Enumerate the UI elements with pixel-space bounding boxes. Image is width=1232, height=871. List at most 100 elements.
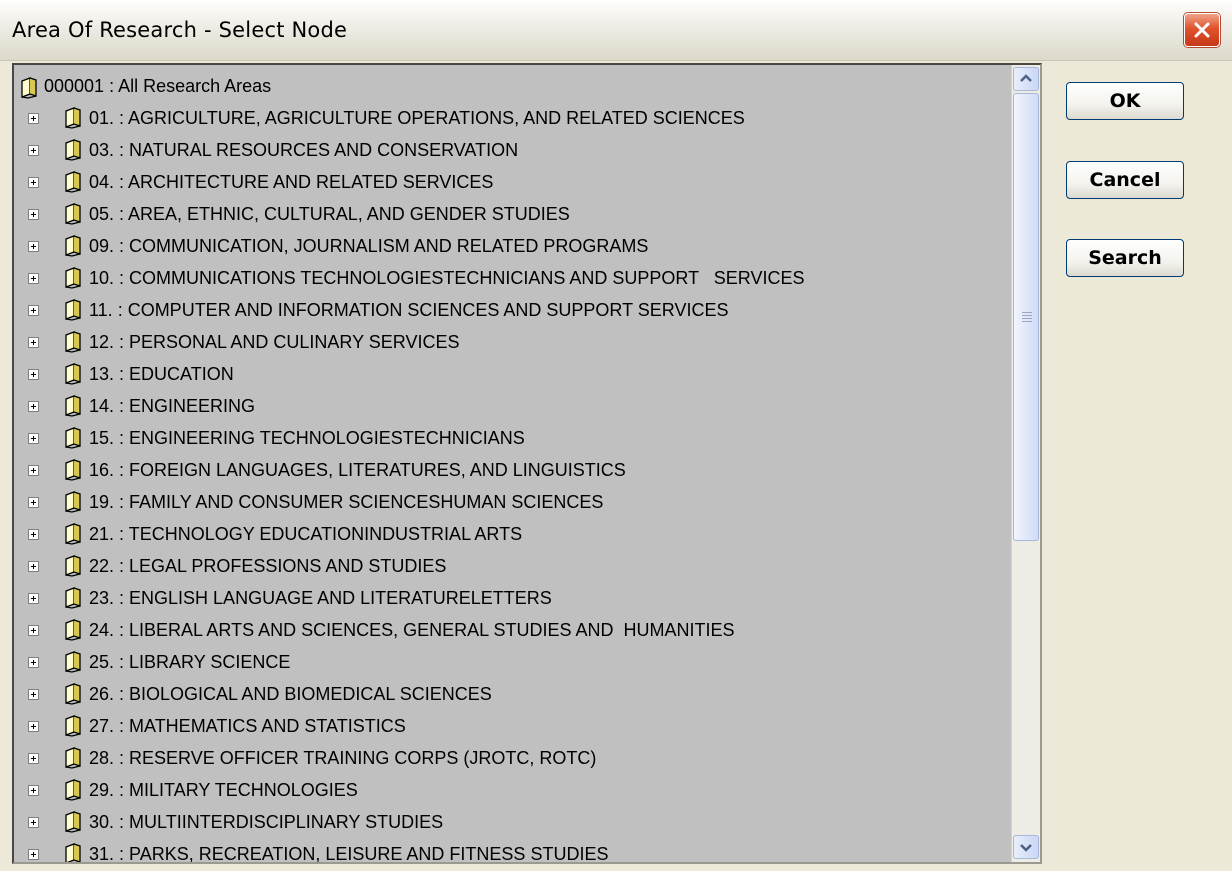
tree-node[interactable]: 03. : NATURAL RESOURCES AND CONSERVATION <box>14 135 1004 165</box>
expand-plus-icon[interactable] <box>28 625 39 636</box>
tree-node-label: 29. : MILITARY TECHNOLOGIES <box>89 780 358 800</box>
arrow-up-icon <box>1020 74 1032 82</box>
expand-plus-icon[interactable] <box>28 305 39 316</box>
book-icon <box>65 683 81 705</box>
tree-node-label: 10. : COMMUNICATIONS TECHNOLOGIESTECHNIC… <box>89 268 805 288</box>
tree-node[interactable]: 26. : BIOLOGICAL AND BIOMEDICAL SCIENCES <box>14 679 1004 709</box>
title-bar[interactable]: Area Of Research - Select Node <box>0 0 1232 61</box>
tree-node-label: 03. : NATURAL RESOURCES AND CONSERVATION <box>89 140 519 160</box>
expand-plus-icon[interactable] <box>28 113 39 124</box>
vertical-scrollbar[interactable] <box>1011 65 1040 862</box>
expand-plus-icon[interactable] <box>28 241 39 252</box>
book-icon <box>65 235 81 257</box>
expand-plus-icon[interactable] <box>28 529 39 540</box>
book-icon <box>65 331 81 353</box>
tree-node-label: 21. : TECHNOLOGY EDUCATIONINDUSTRIAL ART… <box>89 524 523 544</box>
tree-node[interactable]: 10. : COMMUNICATIONS TECHNOLOGIESTECHNIC… <box>14 263 1004 293</box>
expand-plus-icon[interactable] <box>28 433 39 444</box>
close-icon <box>1194 22 1210 38</box>
tree-node[interactable]: 31. : PARKS, RECREATION, LEISURE AND FIT… <box>14 839 1004 864</box>
tree-node-label: 25. : LIBRARY SCIENCE <box>89 652 291 672</box>
tree-node-label: 14. : ENGINEERING <box>89 396 256 416</box>
tree-node-label: 11. : COMPUTER AND INFORMATION SCIENCES … <box>89 300 729 320</box>
tree-node[interactable]: 16. : FOREIGN LANGUAGES, LITERATURES, AN… <box>14 455 1004 485</box>
tree-node-label: 04. : ARCHITECTURE AND RELATED SERVICES <box>89 172 494 192</box>
book-icon <box>65 459 81 481</box>
close-button[interactable] <box>1184 13 1220 47</box>
expand-plus-icon[interactable] <box>28 849 39 860</box>
expand-plus-icon[interactable] <box>28 593 39 604</box>
book-icon <box>65 619 81 641</box>
tree-node[interactable]: 12. : PERSONAL AND CULINARY SERVICES <box>14 327 1004 357</box>
cancel-button[interactable]: Cancel <box>1066 161 1184 199</box>
tree-node[interactable]: 28. : RESERVE OFFICER TRAINING CORPS (JR… <box>14 743 1004 773</box>
expand-plus-icon[interactable] <box>28 465 39 476</box>
tree-node-label: 01. : AGRICULTURE, AGRICULTURE OPERATION… <box>89 108 745 128</box>
tree-node-label: 15. : ENGINEERING TECHNOLOGIESTECHNICIAN… <box>89 428 525 448</box>
book-icon <box>65 811 81 833</box>
expand-plus-icon[interactable] <box>28 561 39 572</box>
tree-node[interactable]: 29. : MILITARY TECHNOLOGIES <box>14 775 1004 805</box>
expand-plus-icon[interactable] <box>28 401 39 412</box>
tree-node[interactable]: 24. : LIBERAL ARTS AND SCIENCES, GENERAL… <box>14 615 1004 645</box>
research-area-tree[interactable]: 000001 : All Research Areas 01. : AGRICU… <box>12 63 1042 864</box>
book-icon <box>65 747 81 769</box>
tree-node[interactable]: 23. : ENGLISH LANGUAGE AND LITERATURELET… <box>14 583 1004 613</box>
book-icon <box>65 843 81 862</box>
tree-node-label: 24. : LIBERAL ARTS AND SCIENCES, GENERAL… <box>89 620 735 640</box>
expand-plus-icon[interactable] <box>28 721 39 732</box>
tree-node[interactable]: 04. : ARCHITECTURE AND RELATED SERVICES <box>14 167 1004 197</box>
tree-node[interactable]: 22. : LEGAL PROFESSIONS AND STUDIES <box>14 551 1004 581</box>
book-icon <box>65 555 81 577</box>
expand-plus-icon[interactable] <box>28 817 39 828</box>
tree-node[interactable]: 15. : ENGINEERING TECHNOLOGIESTECHNICIAN… <box>14 423 1004 453</box>
tree-node[interactable]: 19. : FAMILY AND CONSUMER SCIENCESHUMAN … <box>14 487 1004 517</box>
tree-node-label: 22. : LEGAL PROFESSIONS AND STUDIES <box>89 556 447 576</box>
expand-plus-icon[interactable] <box>28 753 39 764</box>
tree-node[interactable]: 14. : ENGINEERING <box>14 391 1004 421</box>
expand-plus-icon[interactable] <box>28 369 39 380</box>
book-icon <box>65 299 81 321</box>
tree-node[interactable]: 01. : AGRICULTURE, AGRICULTURE OPERATION… <box>14 103 1004 133</box>
ok-button[interactable]: OK <box>1066 82 1184 120</box>
tree-node[interactable]: 11. : COMPUTER AND INFORMATION SCIENCES … <box>14 295 1004 325</box>
scroll-up-button[interactable] <box>1013 67 1039 91</box>
expand-plus-icon[interactable] <box>28 689 39 700</box>
expand-plus-icon[interactable] <box>28 657 39 668</box>
book-icon <box>65 203 81 225</box>
tree-node-label: 30. : MULTIINTERDISCIPLINARY STUDIES <box>89 812 444 832</box>
expand-plus-icon[interactable] <box>28 497 39 508</box>
tree-root-label: 000001 : All Research Areas <box>44 76 272 96</box>
tree-node-label: 28. : RESERVE OFFICER TRAINING CORPS (JR… <box>89 748 597 768</box>
tree-node-label: 31. : PARKS, RECREATION, LEISURE AND FIT… <box>89 844 609 864</box>
tree-node-label: 26. : BIOLOGICAL AND BIOMEDICAL SCIENCES <box>89 684 492 704</box>
expand-plus-icon[interactable] <box>28 145 39 156</box>
tree-node[interactable]: 27. : MATHEMATICS AND STATISTICS <box>14 711 1004 741</box>
tree-root-node[interactable]: 000001 : All Research Areas <box>14 71 1004 101</box>
expand-plus-icon[interactable] <box>28 209 39 220</box>
tree-node[interactable]: 09. : COMMUNICATION, JOURNALISM AND RELA… <box>14 231 1004 261</box>
expand-plus-icon[interactable] <box>28 785 39 796</box>
tree-node-label: 12. : PERSONAL AND CULINARY SERVICES <box>89 332 460 352</box>
tree-node[interactable]: 25. : LIBRARY SCIENCE <box>14 647 1004 677</box>
expand-plus-icon[interactable] <box>28 273 39 284</box>
scroll-thumb[interactable] <box>1013 93 1039 541</box>
tree-node[interactable]: 21. : TECHNOLOGY EDUCATIONINDUSTRIAL ART… <box>14 519 1004 549</box>
tree-node[interactable]: 13. : EDUCATION <box>14 359 1004 389</box>
scroll-down-button[interactable] <box>1013 835 1039 859</box>
tree-node-label: 05. : AREA, ETHNIC, CULTURAL, AND GENDER… <box>89 204 570 224</box>
book-icon <box>65 523 81 545</box>
tree-node-label: 19. : FAMILY AND CONSUMER SCIENCESHUMAN … <box>89 492 604 512</box>
search-button[interactable]: Search <box>1066 239 1184 277</box>
tree-node[interactable]: 05. : AREA, ETHNIC, CULTURAL, AND GENDER… <box>14 199 1004 229</box>
book-icon <box>65 715 81 737</box>
book-icon <box>65 779 81 801</box>
book-icon <box>65 587 81 609</box>
book-icon <box>65 267 81 289</box>
tree-node-label: 13. : EDUCATION <box>89 364 234 384</box>
tree-node[interactable]: 30. : MULTIINTERDISCIPLINARY STUDIES <box>14 807 1004 837</box>
expand-plus-icon[interactable] <box>28 337 39 348</box>
book-icon <box>65 651 81 673</box>
book-icon <box>65 491 81 513</box>
expand-plus-icon[interactable] <box>28 177 39 188</box>
